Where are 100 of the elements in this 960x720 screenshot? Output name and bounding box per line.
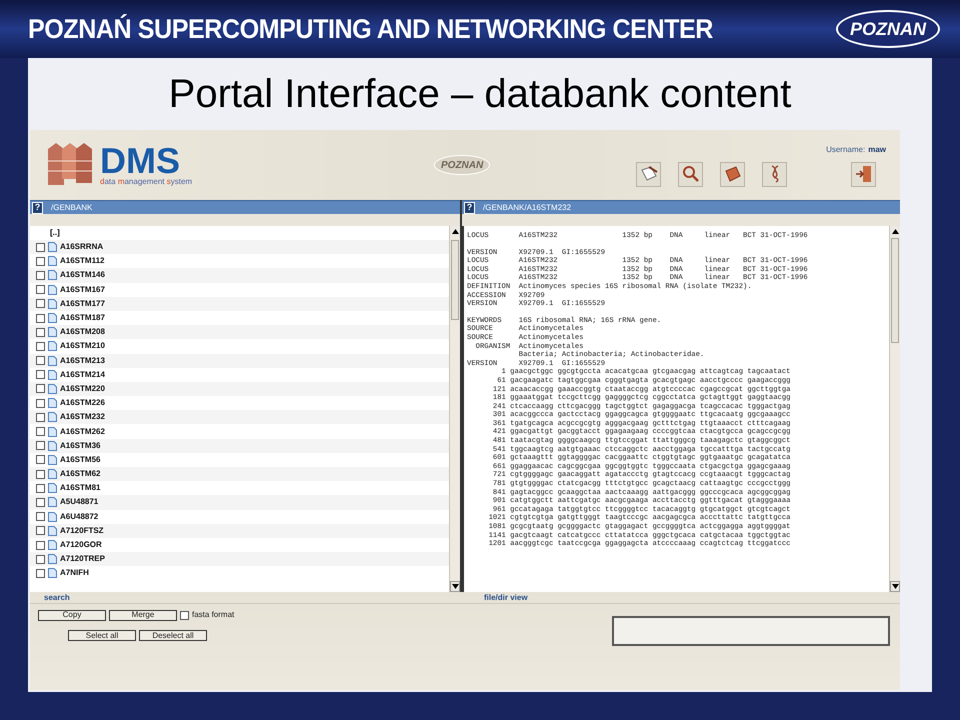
scroll-up-icon[interactable]: [450, 226, 460, 237]
scroll-thumb[interactable]: [451, 240, 459, 320]
fasta-format-label: fasta format: [192, 609, 234, 621]
file-name[interactable]: A16STM56: [60, 454, 100, 466]
file-name[interactable]: A16STM262: [60, 426, 105, 438]
file-name[interactable]: A16STM167: [60, 284, 105, 296]
file-name[interactable]: A16STM81: [60, 482, 100, 494]
file-name[interactable]: A16STM213: [60, 354, 105, 367]
checkbox[interactable]: [36, 540, 45, 550]
parent-folder-link[interactable]: [..]: [50, 227, 60, 239]
file-name[interactable]: A7120GOR: [60, 539, 102, 552]
checkbox[interactable]: [36, 270, 45, 280]
file-name[interactable]: A16STM226: [60, 397, 105, 410]
document-icon: [48, 341, 57, 352]
logo-badge: POZNAN: [836, 10, 940, 48]
scroll-down-icon[interactable]: [890, 581, 900, 592]
file-name[interactable]: A16STM232: [60, 411, 105, 424]
logo-title: DMS: [100, 144, 180, 178]
file-name[interactable]: A16STM177: [60, 298, 105, 310]
view-section-title: file/dir view: [484, 592, 528, 604]
file-name[interactable]: A6U48872: [60, 510, 98, 523]
scrollbar[interactable]: [449, 226, 460, 592]
checkbox[interactable]: [36, 512, 45, 522]
document-icon: [48, 454, 57, 465]
checkbox[interactable]: [36, 441, 45, 450]
username-label: Username:: [826, 144, 866, 156]
banner-title: POZNAŃ SUPERCOMPUTING AND NETWORKING CENTER: [28, 12, 713, 46]
papers-icon: [640, 165, 658, 183]
checkbox[interactable]: [36, 328, 45, 337]
checkbox[interactable]: [36, 412, 45, 422]
document-icon: [48, 384, 57, 394]
file-name[interactable]: A16SRRNA: [60, 241, 104, 254]
documents-button[interactable]: [636, 162, 661, 186]
checkbox[interactable]: [36, 498, 45, 507]
help-button[interactable]: ?: [32, 202, 43, 214]
scrollbar[interactable]: [889, 226, 900, 592]
document-icon: [48, 356, 57, 366]
file-name[interactable]: A16STM112: [60, 255, 104, 268]
exit-button[interactable]: [851, 162, 876, 186]
checkbox[interactable]: [36, 256, 45, 266]
checkbox[interactable]: [36, 285, 45, 294]
file-name[interactable]: A16STM220: [60, 382, 105, 395]
file-name[interactable]: A7120FTSZ: [60, 524, 104, 537]
checkbox[interactable]: [36, 526, 45, 536]
checkbox[interactable]: [36, 299, 45, 308]
document-icon: [48, 284, 57, 295]
document-icon: [48, 568, 57, 578]
checkbox[interactable]: [36, 342, 45, 351]
document-icon: [48, 469, 57, 480]
checkbox[interactable]: [36, 398, 45, 408]
output-field[interactable]: [612, 616, 890, 646]
document-icon: [48, 270, 57, 280]
document-icon: [48, 526, 57, 536]
checkbox[interactable]: [36, 484, 45, 493]
file-name[interactable]: A7120TREP: [60, 553, 105, 566]
checkbox[interactable]: [36, 314, 45, 323]
checkbox[interactable]: [36, 370, 45, 380]
checkbox[interactable]: [36, 427, 45, 436]
document-icon: [48, 426, 57, 437]
checkbox[interactable]: [36, 554, 45, 564]
action-button[interactable]: Select all: [68, 630, 136, 641]
file-name[interactable]: A16STM214: [60, 368, 105, 381]
document-icon: [48, 412, 57, 422]
action-button[interactable]: Copy: [38, 610, 106, 620]
document-icon: [48, 370, 57, 380]
exit-door-icon: [854, 165, 872, 183]
action-button[interactable]: Merge: [109, 610, 177, 620]
scroll-down-icon[interactable]: [450, 581, 460, 592]
document-icon: [48, 256, 57, 266]
scroll-up-icon[interactable]: [890, 226, 900, 237]
document-icon: [48, 440, 57, 451]
action-button[interactable]: Deselect all: [139, 630, 207, 641]
scroll-thumb[interactable]: [891, 238, 899, 343]
file-name[interactable]: A16STM36: [60, 440, 100, 452]
username: maw: [868, 144, 886, 156]
search-button[interactable]: [678, 162, 703, 186]
file-name[interactable]: A16STM187: [60, 312, 105, 324]
helix-button[interactable]: [762, 162, 787, 186]
document-icon: [48, 313, 57, 324]
checkbox[interactable]: [180, 610, 189, 620]
checkbox[interactable]: [36, 356, 45, 366]
file-name[interactable]: A16STM62: [60, 468, 100, 480]
path-label: /GENBANK: [51, 204, 92, 212]
center-logo: POZNAN: [434, 155, 490, 175]
checkbox[interactable]: [36, 470, 45, 479]
checkbox[interactable]: [36, 242, 45, 252]
document-icon: [48, 512, 57, 522]
file-name[interactable]: A16STM210: [60, 340, 105, 352]
checkbox[interactable]: [36, 568, 45, 578]
document-icon: [48, 483, 57, 494]
checkbox[interactable]: [36, 384, 45, 394]
file-name[interactable]: A16STM208: [60, 326, 105, 338]
file-name[interactable]: A7NIFH: [60, 567, 89, 580]
checkbox[interactable]: [36, 455, 45, 464]
file-name[interactable]: A16STM146: [60, 269, 105, 282]
help-button[interactable]: ?: [464, 202, 475, 214]
slide-title: Portal Interface – databank content: [168, 74, 792, 114]
file-name[interactable]: A5U48871: [60, 496, 98, 508]
logo-subtitle: data management system: [100, 178, 192, 186]
folder-button[interactable]: [720, 162, 745, 186]
